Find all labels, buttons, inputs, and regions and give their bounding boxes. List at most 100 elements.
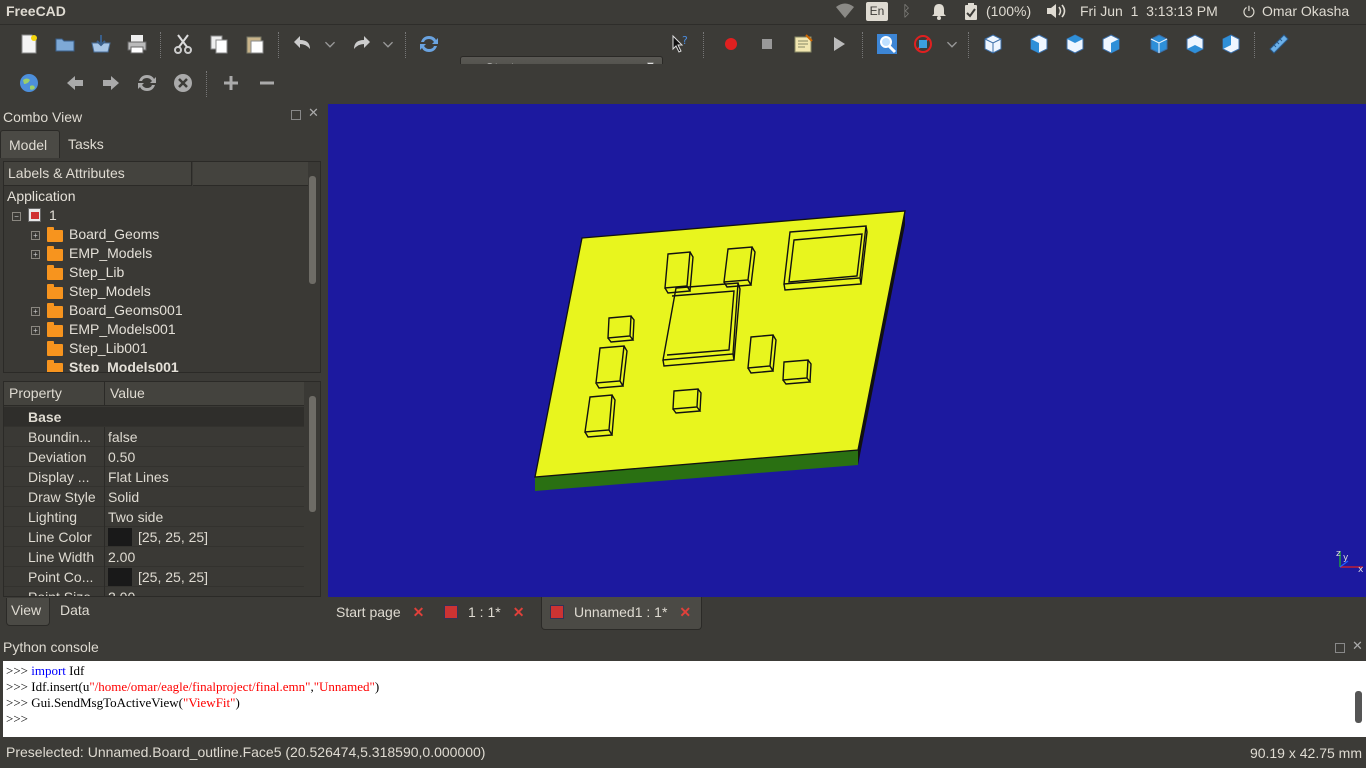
property-row[interactable]: Point Co... [25, 25, 25] [4, 567, 304, 587]
macros-icon[interactable] [790, 31, 816, 57]
whats-this-icon[interactable]: ? [668, 31, 694, 57]
pcb-board-render[interactable]: z y x [328, 104, 1366, 597]
undo-icon[interactable] [290, 31, 316, 57]
battery-icon[interactable] [964, 3, 978, 25]
rear-view-icon[interactable] [1146, 31, 1172, 57]
tree-item[interactable]: + Board_Geoms [4, 226, 304, 245]
user-name[interactable]: Omar Okasha [1262, 3, 1349, 19]
draw-style-icon[interactable] [910, 31, 936, 57]
save-icon[interactable] [88, 31, 114, 57]
isometric-view-icon[interactable] [980, 31, 1006, 57]
tab-view[interactable]: View [6, 598, 50, 626]
property-row[interactable]: Line Color [25, 25, 25] [4, 527, 304, 547]
property-value[interactable]: [25, 25, 25] [108, 527, 208, 546]
zoom-out-icon[interactable] [254, 70, 280, 96]
bluetooth-icon[interactable]: ᛒ [902, 2, 911, 20]
expand-icon[interactable]: + [31, 231, 40, 240]
3d-viewport[interactable]: z y x [328, 104, 1366, 597]
expand-icon[interactable]: + [31, 250, 40, 259]
collapse-icon[interactable]: − [12, 212, 21, 221]
bell-icon[interactable] [930, 3, 948, 24]
console-scrollbar[interactable] [1355, 691, 1362, 723]
expand-icon[interactable]: + [31, 307, 40, 316]
front-view-icon[interactable] [1026, 31, 1052, 57]
redo-dropdown-icon[interactable] [378, 31, 398, 57]
left-view-icon[interactable] [1218, 31, 1244, 57]
property-row[interactable]: Lighting Two side [4, 507, 304, 527]
cut-icon[interactable] [170, 31, 196, 57]
tree-scrollbar[interactable] [309, 176, 316, 284]
property-row[interactable]: Point Size 2.00 [4, 587, 304, 596]
status-bar: Preselected: Unnamed.Board_outline.Face5… [0, 738, 1366, 768]
undo-dropdown-icon[interactable] [320, 31, 340, 57]
volume-icon[interactable] [1046, 3, 1068, 23]
print-icon[interactable] [124, 31, 150, 57]
property-value[interactable]: Two side [108, 509, 163, 525]
tree-item[interactable]: Step_Lib [4, 264, 304, 283]
property-value[interactable]: 2.00 [108, 549, 135, 565]
record-macro-icon[interactable] [718, 31, 744, 57]
new-document-icon[interactable] [16, 31, 42, 57]
tab-doc-1[interactable]: 1 : 1* ✕ [444, 597, 524, 627]
draw-style-dropdown-icon[interactable] [942, 31, 962, 57]
color-swatch[interactable] [108, 567, 132, 586]
tab-unnamed1[interactable]: Unnamed1 : 1* ✕ [541, 597, 703, 630]
zoom-in-icon[interactable] [218, 70, 244, 96]
tab-tasks[interactable]: Tasks [60, 130, 120, 158]
close-tab-icon[interactable]: ✕ [413, 604, 425, 620]
close-tab-icon[interactable]: ✕ [513, 604, 525, 620]
top-view-icon[interactable] [1062, 31, 1088, 57]
python-console[interactable]: >>> import Idf >>> Idf.insert(u"/home/oma… [3, 661, 1366, 737]
property-row[interactable]: Draw Style Solid [4, 487, 304, 507]
execute-macro-icon[interactable] [826, 31, 852, 57]
refresh-icon[interactable] [416, 31, 442, 57]
property-value[interactable]: false [108, 429, 138, 445]
copy-icon[interactable] [206, 31, 232, 57]
float-panel-icon[interactable] [1335, 643, 1345, 653]
property-value[interactable]: 2.00 [108, 589, 135, 596]
tree-item[interactable]: Step_Lib001 [4, 340, 304, 359]
power-icon[interactable]: ⏻ [1243, 3, 1255, 21]
property-row[interactable]: Boundin... false [4, 427, 304, 447]
close-panel-icon[interactable]: ✕ [308, 106, 319, 121]
globe-icon[interactable] [16, 70, 42, 96]
tree-item[interactable]: Step_Models001 [4, 359, 304, 372]
property-value[interactable]: [25, 25, 25] [108, 567, 208, 586]
keyboard-indicator[interactable]: En [866, 2, 888, 21]
tab-data[interactable]: Data [56, 598, 100, 626]
bottom-view-icon[interactable] [1182, 31, 1208, 57]
color-swatch[interactable] [108, 527, 132, 546]
tree-item[interactable]: + EMP_Models001 [4, 321, 304, 340]
forward-arrow-icon[interactable] [98, 70, 124, 96]
open-folder-icon[interactable] [52, 31, 78, 57]
expand-icon[interactable]: + [31, 326, 40, 335]
property-value[interactable]: Solid [108, 489, 139, 505]
close-panel-icon[interactable]: ✕ [1352, 639, 1363, 654]
back-arrow-icon[interactable] [62, 70, 88, 96]
property-value[interactable]: 0.50 [108, 449, 135, 465]
property-row[interactable]: Display ... Flat Lines [4, 467, 304, 487]
float-panel-icon[interactable] [291, 110, 301, 120]
property-group-base[interactable]: Base [4, 407, 304, 427]
tree-document[interactable]: − 1 [4, 207, 304, 226]
measure-distance-icon[interactable] [1266, 31, 1292, 57]
stop-loading-icon[interactable] [170, 70, 196, 96]
tree-item[interactable]: + Board_Geoms001 [4, 302, 304, 321]
tab-model[interactable]: Model [0, 130, 60, 158]
tab-start-page[interactable]: Start page ✕ [336, 597, 424, 627]
paste-icon[interactable] [242, 31, 268, 57]
redo-icon[interactable] [348, 31, 374, 57]
wifi-icon[interactable] [836, 3, 854, 23]
tree-item[interactable]: Step_Models [4, 283, 304, 302]
property-scrollbar[interactable] [309, 396, 316, 512]
fit-all-icon[interactable] [874, 31, 900, 57]
property-value[interactable]: Flat Lines [108, 469, 169, 485]
stop-macro-icon[interactable] [754, 31, 780, 57]
property-row[interactable]: Deviation 0.50 [4, 447, 304, 467]
tree-item[interactable]: + EMP_Models [4, 245, 304, 264]
reload-icon[interactable] [134, 70, 160, 96]
property-row[interactable]: Line Width 2.00 [4, 547, 304, 567]
close-tab-icon[interactable]: ✕ [679, 604, 691, 620]
right-view-icon[interactable] [1098, 31, 1124, 57]
clock[interactable]: Fri Jun 1 3:13:13 PM [1080, 3, 1218, 19]
